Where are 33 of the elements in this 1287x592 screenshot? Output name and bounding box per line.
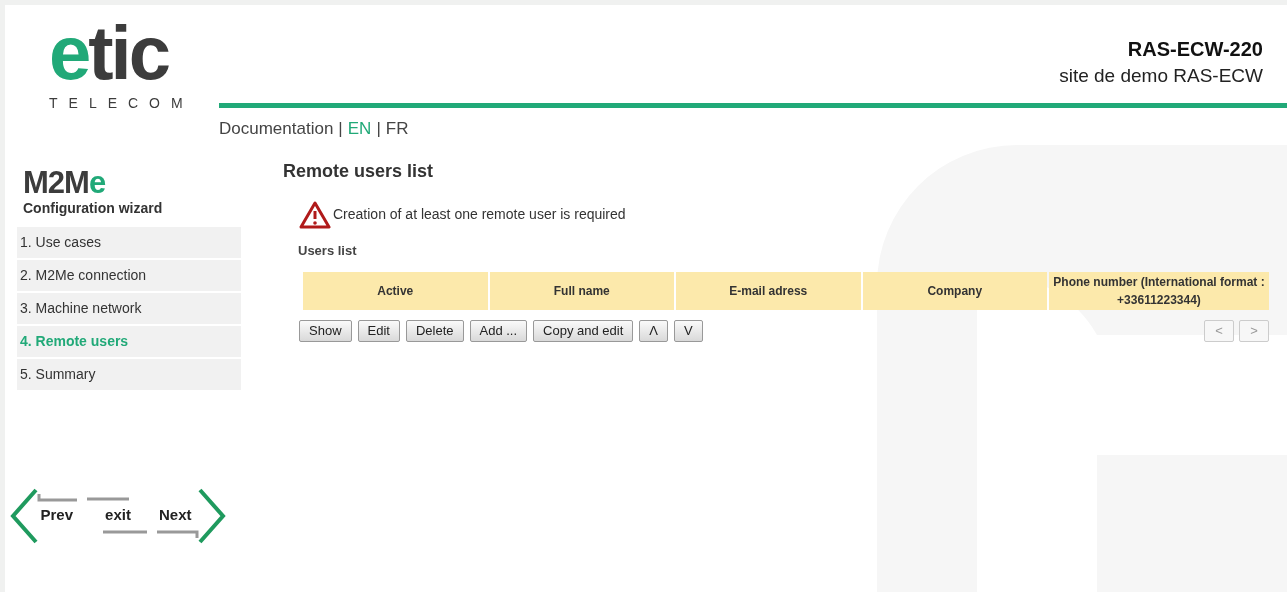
site-name: site de demo RAS-ECW	[1059, 64, 1263, 88]
exit-button[interactable]: exit	[85, 487, 151, 544]
wizard-step[interactable]: 1. Use cases	[17, 226, 241, 258]
wizard-step[interactable]: 3. Machine network	[17, 292, 241, 324]
action-button[interactable]: V	[674, 320, 703, 342]
separator: |	[338, 118, 343, 140]
column-header: Active	[303, 272, 488, 310]
prev-button[interactable]: Prev	[9, 487, 79, 544]
language-link[interactable]: FR	[385, 116, 409, 142]
action-button[interactable]: Λ	[639, 320, 668, 342]
table-title: Users list	[298, 241, 358, 260]
action-button[interactable]: Add ...	[469, 320, 528, 342]
column-header: Company	[862, 272, 1047, 310]
column-header: E-mail adress	[676, 272, 861, 310]
wizard-subtitle: Configuration wizard	[22, 198, 164, 218]
warning-icon	[299, 200, 331, 229]
wizard-step[interactable]: 5. Summary	[17, 358, 241, 390]
column-header: Full name	[489, 272, 674, 310]
logo-wordmark: etic	[49, 15, 170, 91]
warning-message: Creation of at least one remote user is required	[333, 205, 626, 224]
action-button[interactable]: Show	[299, 320, 352, 342]
action-button[interactable]: Copy and edit	[533, 320, 634, 342]
wizard-step[interactable]: 2. M2Me connection	[17, 259, 241, 291]
action-button[interactable]: Edit	[357, 320, 400, 342]
separator: |	[376, 118, 381, 140]
action-button[interactable]: Delete	[405, 320, 464, 342]
next-button[interactable]: Next	[157, 487, 227, 544]
wizard-logo: M2Me	[22, 167, 107, 198]
device-name: RAS-ECW-220	[1127, 37, 1263, 61]
logo-tagline: TELECOM	[49, 94, 195, 113]
language-link[interactable]: Documentation	[219, 116, 334, 142]
page-title: Remote users list	[283, 159, 435, 183]
column-header: Phone number (International format : +33611223344)	[1049, 272, 1269, 310]
